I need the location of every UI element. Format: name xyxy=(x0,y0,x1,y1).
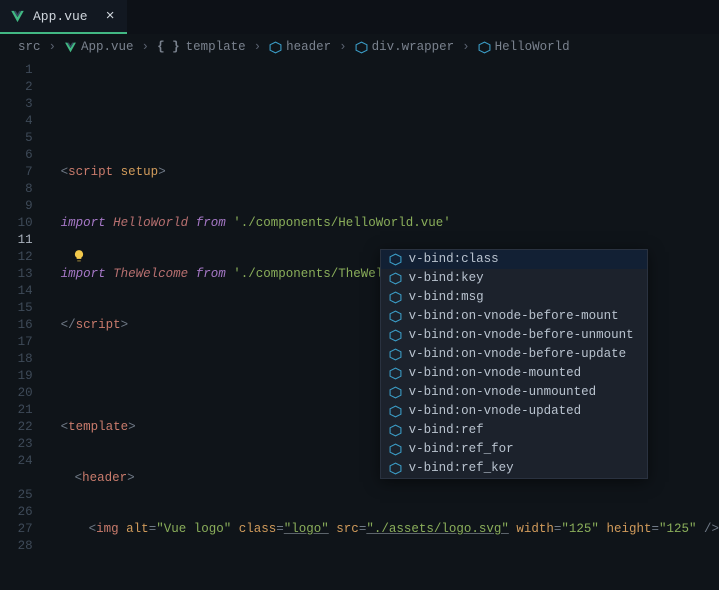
line-number: 22 xyxy=(0,419,33,436)
line-number: 2 xyxy=(0,79,33,96)
intellisense-popup[interactable]: v-bind:class v-bind:key v-bind:msg v-bind:o… xyxy=(380,249,648,479)
kind-icon xyxy=(389,386,402,399)
breadcrumb: src › App.vue › { }template › header › d… xyxy=(0,34,719,60)
line-number: 23 xyxy=(0,436,33,453)
kind-icon xyxy=(389,291,402,304)
line-number: 9 xyxy=(0,198,33,215)
kind-icon xyxy=(389,405,402,418)
line-number: 27 xyxy=(0,521,33,538)
line-number: 16 xyxy=(0,317,33,334)
kind-icon xyxy=(389,424,402,437)
breadcrumb-src[interactable]: src xyxy=(18,40,41,54)
code-content[interactable]: <script setup> import HelloWorld from '.… xyxy=(47,60,719,588)
line-number: 19 xyxy=(0,368,33,385)
line-number: 5 xyxy=(0,130,33,147)
line-number xyxy=(0,470,33,487)
suggest-label: v-bind:class xyxy=(409,251,499,268)
line-number: 21 xyxy=(0,402,33,419)
kind-icon xyxy=(389,253,402,266)
tab-app-vue[interactable]: App.vue × xyxy=(0,0,127,34)
line-number: 3 xyxy=(0,96,33,113)
suggest-label: v-bind:key xyxy=(409,270,484,287)
breadcrumb-template[interactable]: { }template xyxy=(157,40,246,54)
suggest-item[interactable]: v-bind:on-vnode-unmounted xyxy=(381,383,647,402)
suggest-label: v-bind:on-vnode-before-unmount xyxy=(409,327,634,344)
kind-icon xyxy=(389,348,402,361)
line-number: 7 xyxy=(0,164,33,181)
suggest-label: v-bind:msg xyxy=(409,289,484,306)
suggest-item[interactable]: v-bind:ref xyxy=(381,421,647,440)
kind-icon xyxy=(389,367,402,380)
line-number: 17 xyxy=(0,334,33,351)
chevron-right-icon: › xyxy=(339,40,347,54)
line-number: 6 xyxy=(0,147,33,164)
suggest-item[interactable]: v-bind:on-vnode-mounted xyxy=(381,364,647,383)
line-number: 25 xyxy=(0,487,33,504)
vue-icon xyxy=(10,9,25,24)
line-number: 1 xyxy=(0,62,33,79)
breadcrumb-header[interactable]: header xyxy=(269,40,331,54)
line-number: 18 xyxy=(0,351,33,368)
tab-filename: App.vue xyxy=(33,9,88,24)
suggest-label: v-bind:on-vnode-unmounted xyxy=(409,384,597,401)
line-number: 4 xyxy=(0,113,33,130)
line-number: 20 xyxy=(0,385,33,402)
suggest-item[interactable]: v-bind:key xyxy=(381,269,647,288)
kind-icon xyxy=(389,272,402,285)
chevron-right-icon: › xyxy=(142,40,150,54)
suggest-item[interactable]: v-bind:class xyxy=(381,250,647,269)
close-icon[interactable]: × xyxy=(106,8,115,25)
tab-bar: App.vue × xyxy=(0,0,719,34)
kind-icon xyxy=(389,462,402,475)
chevron-right-icon: › xyxy=(254,40,262,54)
kind-icon xyxy=(389,310,402,323)
chevron-right-icon: › xyxy=(49,40,57,54)
line-number: 24 xyxy=(0,453,33,470)
suggest-label: v-bind:ref xyxy=(409,422,484,439)
suggest-item[interactable]: v-bind:msg xyxy=(381,288,647,307)
suggest-label: v-bind:on-vnode-mounted xyxy=(409,365,582,382)
line-number: 10 xyxy=(0,215,33,232)
suggest-label: v-bind:on-vnode-updated xyxy=(409,403,582,420)
line-numbers: 1234567891011121314151617181920212223242… xyxy=(0,60,47,588)
line-number: 8 xyxy=(0,181,33,198)
breadcrumb-div[interactable]: div.wrapper xyxy=(355,40,455,54)
line-number: 26 xyxy=(0,504,33,521)
chevron-right-icon: › xyxy=(462,40,470,54)
lightbulb-icon[interactable] xyxy=(27,232,86,286)
suggest-item[interactable]: v-bind:on-vnode-updated xyxy=(381,402,647,421)
suggest-label: v-bind:on-vnode-before-mount xyxy=(409,308,619,325)
kind-icon xyxy=(389,329,402,342)
breadcrumb-file[interactable]: App.vue xyxy=(64,40,134,54)
suggest-item[interactable]: v-bind:on-vnode-before-update xyxy=(381,345,647,364)
suggest-item[interactable]: v-bind:ref_for xyxy=(381,440,647,459)
line-number: 15 xyxy=(0,300,33,317)
line-number: 28 xyxy=(0,538,33,555)
suggest-label: v-bind:ref_for xyxy=(409,441,514,458)
code-editor[interactable]: 1234567891011121314151617181920212223242… xyxy=(0,60,719,588)
suggest-item[interactable]: v-bind:ref_key xyxy=(381,459,647,478)
suggest-item[interactable]: v-bind:on-vnode-before-unmount xyxy=(381,326,647,345)
kind-icon xyxy=(389,443,402,456)
suggest-label: v-bind:on-vnode-before-update xyxy=(409,346,627,363)
breadcrumb-hello[interactable]: HelloWorld xyxy=(478,40,570,54)
suggest-item[interactable]: v-bind:on-vnode-before-mount xyxy=(381,307,647,326)
suggest-label: v-bind:ref_key xyxy=(409,460,514,477)
